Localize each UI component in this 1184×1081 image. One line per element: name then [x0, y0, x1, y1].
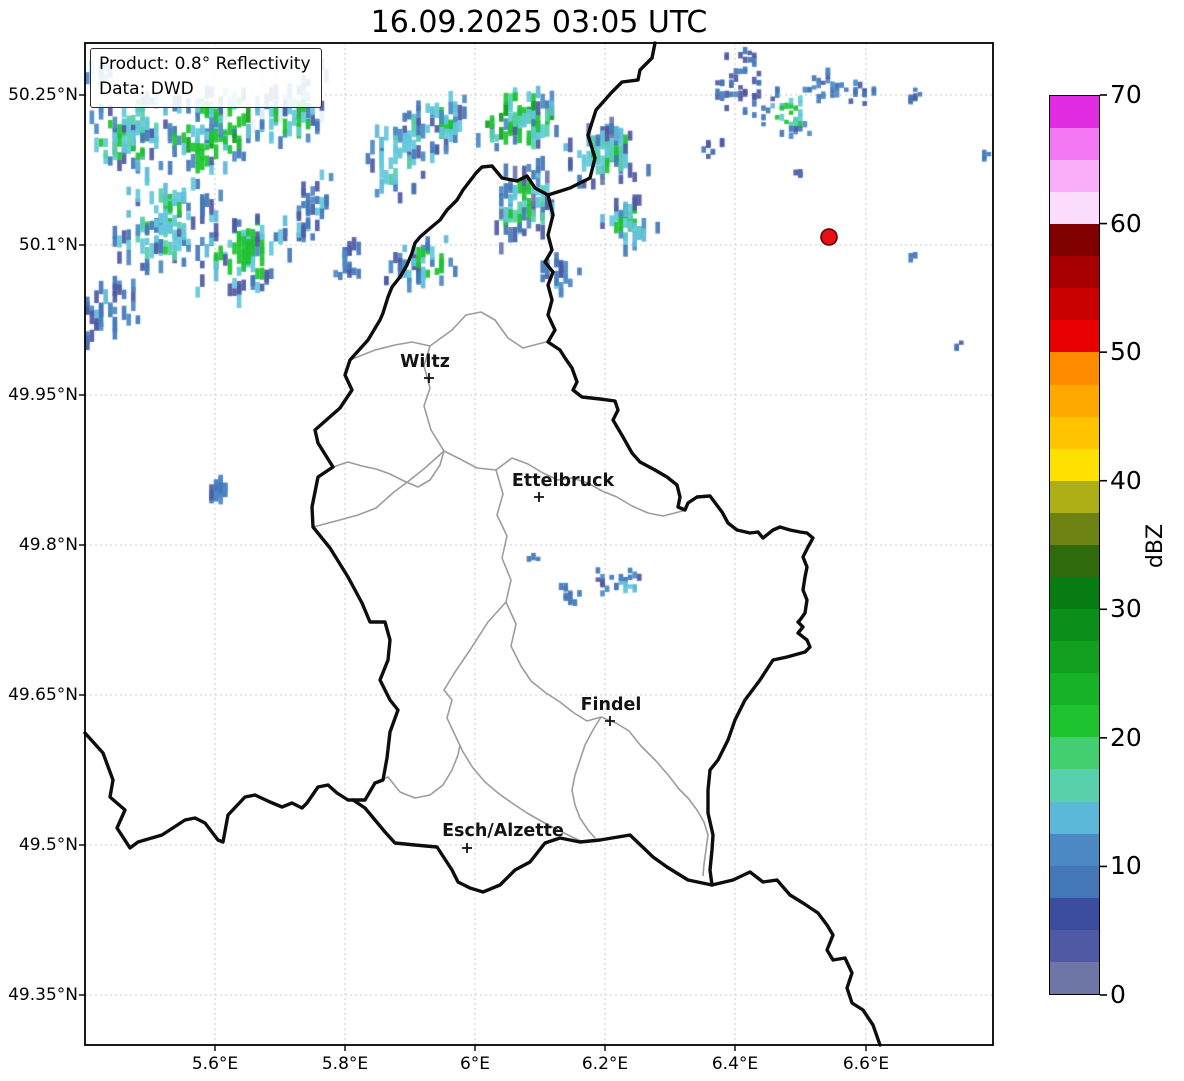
lon-tick-label: 6.6°E [842, 1054, 890, 1074]
colorbar-segment [1050, 352, 1099, 385]
lon-tick-label: 6.2°E [581, 1054, 629, 1074]
colorbar-tick-label: 20 [1110, 722, 1142, 752]
colorbar-segment [1050, 576, 1099, 610]
colorbar-segment [1050, 512, 1099, 545]
colorbar-segment [1050, 929, 1099, 962]
city-label: Esch/Alzette [442, 821, 564, 841]
colorbar-tick-label: 50 [1110, 337, 1142, 367]
colorbar-segment [1050, 448, 1099, 481]
colorbar-segment [1050, 641, 1099, 674]
radar-echo-layer [85, 43, 993, 1045]
colorbar-tick-label: 60 [1110, 208, 1142, 238]
colorbar-segment [1050, 673, 1099, 706]
map-title: 16.09.2025 03:05 UTC [370, 5, 708, 40]
colorbar-segment [1050, 95, 1099, 128]
colorbar-segment [1050, 897, 1099, 930]
colorbar-segment [1050, 159, 1099, 193]
lon-tick-label: 5.8°E [321, 1054, 369, 1074]
colorbar-tick-label: 70 [1110, 80, 1142, 109]
colorbar-segment [1050, 127, 1099, 160]
lat-tick-label: 49.35°N [8, 985, 78, 1005]
colorbar-segment [1050, 865, 1099, 898]
colorbar-segment [1050, 961, 1099, 994]
colorbar-segment [1050, 384, 1099, 417]
radar-map-view: 16.09.2025 03:05 UTC Wiltz Ettelbruck Find… [0, 0, 1184, 1081]
gridline-layer [85, 43, 993, 1045]
colorbar-axis-label: dBZ [1143, 523, 1168, 569]
border-layer [79, 41, 1107, 1051]
colorbar-tick-label: 30 [1110, 594, 1142, 624]
lat-tick-label: 50.25°N [8, 85, 78, 105]
lon-tick-label: 5.6°E [191, 1054, 239, 1074]
colorbar-segment [1050, 320, 1099, 353]
colorbar-segment [1050, 192, 1099, 225]
colorbar-tick-label: 10 [1110, 851, 1142, 881]
colorbar-segment [1050, 416, 1099, 449]
colorbar-segment [1050, 609, 1099, 642]
product-info-line: Product: 0.8° Reflectivity [99, 54, 311, 74]
colorbar-segment [1050, 256, 1099, 289]
lat-tick-label: 50.1°N [18, 235, 78, 255]
city-label: Ettelbruck [511, 471, 615, 491]
colorbar-segment [1050, 224, 1099, 257]
data-source-line: Data: DWD [99, 79, 194, 99]
colorbar [1049, 95, 1100, 995]
colorbar-segment [1050, 801, 1099, 834]
lat-tick-label: 49.95°N [8, 385, 78, 405]
colorbar-segment [1050, 769, 1099, 802]
lat-tick-label: 49.8°N [18, 535, 78, 555]
colorbar-segment [1050, 833, 1099, 866]
colorbar-segment [1050, 737, 1099, 770]
colorbar-segment [1050, 705, 1099, 738]
lat-tick-label: 49.5°N [18, 835, 78, 855]
colorbar-tick-label: 40 [1110, 465, 1142, 495]
colorbar-segment [1050, 288, 1099, 321]
product-info-box: Product: 0.8° Reflectivity Data: DWD [90, 48, 322, 108]
city-label: Findel [580, 695, 642, 715]
colorbar-segment [1050, 480, 1099, 513]
city-label: Wiltz [400, 352, 450, 372]
colorbar-segment [1050, 544, 1099, 577]
lon-tick-label: 6°E [459, 1054, 491, 1074]
colorbar-tick-label: 0 [1110, 980, 1126, 1009]
lon-tick-label: 6.4°E [711, 1054, 759, 1074]
lat-tick-label: 49.65°N [8, 685, 78, 705]
